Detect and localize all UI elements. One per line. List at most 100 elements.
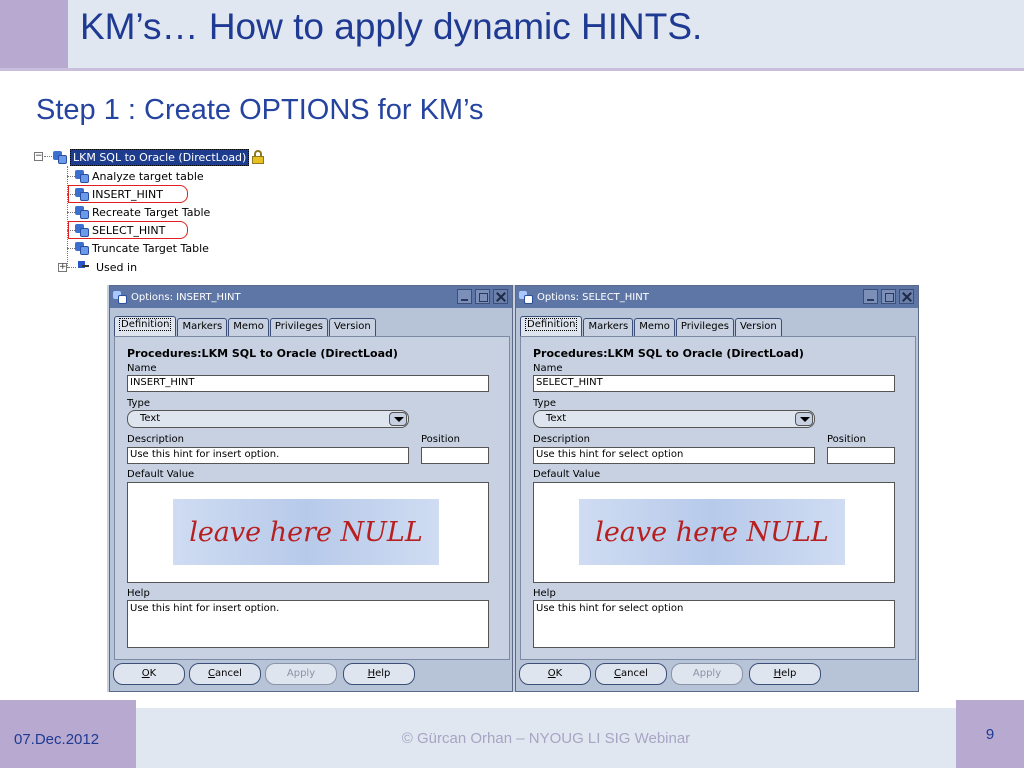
tab-markers[interactable]: Markers [583, 318, 634, 336]
slide-title: KM’s… How to apply dynamic HINTS. [80, 6, 703, 47]
position-label: Position [827, 434, 866, 445]
page-number: 9 [956, 700, 1024, 768]
tree-item-label: Truncate Target Table [92, 241, 209, 255]
tree-root-node[interactable]: LKM SQL to Oracle (DirectLoad) [52, 148, 265, 166]
maximize-icon[interactable] [475, 289, 490, 304]
tree-item-label: Recreate Target Table [92, 205, 211, 219]
tab-privileges[interactable]: Privileges [269, 318, 328, 336]
option-icon [112, 289, 128, 305]
title-divider [0, 68, 1024, 71]
description-label: Description [127, 434, 184, 445]
cancel-button[interactable]: Cancel [595, 663, 667, 685]
help-button[interactable]: Help [343, 663, 415, 685]
minimize-icon[interactable] [457, 289, 472, 304]
tree-item-insert-hint[interactable]: INSERT_HINT [74, 185, 163, 203]
dialog-titlebar[interactable]: Options: INSERT_HINT [110, 286, 512, 308]
help-button[interactable]: Help [749, 663, 821, 685]
tree-item-used-in[interactable]: Used in [76, 258, 137, 276]
tab-definition[interactable]: Definition [114, 316, 177, 336]
close-icon[interactable] [899, 289, 914, 304]
used-in-icon [76, 260, 90, 274]
option-icon [74, 222, 90, 238]
tab-markers[interactable]: Markers [177, 318, 228, 336]
footer-date: 07.Dec.2012 [0, 700, 136, 768]
minimize-icon[interactable] [863, 289, 878, 304]
footer-copyright: © Gürcan Orhan – NYOUG LI SIG Webinar [136, 708, 956, 768]
tab-version[interactable]: Version [734, 318, 782, 336]
option-icon [74, 240, 90, 256]
dialog-tabs: Definition Markers Memo Privileges Versi… [114, 316, 377, 336]
tree-item-label: Used in [96, 260, 138, 274]
default-value-label: Default Value [533, 469, 601, 480]
title-accent-block [0, 0, 68, 68]
tree-item-recreate[interactable]: Recreate Target Table [74, 203, 210, 221]
tab-definition[interactable]: Definition [520, 316, 583, 336]
option-icon [74, 204, 90, 220]
definition-panel: Procedures:LKM SQL to Oracle (DirectLoad… [520, 336, 916, 660]
tree-expand-toggle[interactable]: + [58, 263, 67, 272]
tree-item-label: Analyze target table [92, 169, 204, 183]
km-tree: − LKM SQL to Oracle (DirectLoad) Analyze… [30, 146, 270, 276]
options-dialog-select-hint: Options: SELECT_HINT Definition Markers … [515, 285, 919, 692]
help-field[interactable]: Use this hint for insert option. [127, 600, 489, 648]
slide-subtitle: Step 1 : Create OPTIONS for KM’s [36, 94, 484, 126]
description-label: Description [533, 434, 590, 445]
lock-icon [251, 150, 265, 164]
tab-privileges[interactable]: Privileges [675, 318, 734, 336]
type-label: Type [127, 398, 150, 409]
position-field[interactable] [827, 447, 895, 464]
procedure-heading: Procedures:LKM SQL to Oracle (DirectLoad… [533, 347, 804, 360]
option-icon [74, 168, 90, 184]
tree-item-label: SELECT_HINT [92, 223, 166, 237]
dialog-title: Options: SELECT_HINT [537, 291, 649, 303]
option-icon [518, 289, 534, 305]
ok-button[interactable]: OK [113, 663, 185, 685]
close-icon[interactable] [493, 289, 508, 304]
procedure-heading: Procedures:LKM SQL to Oracle (DirectLoad… [127, 347, 398, 360]
help-field[interactable]: Use this hint for select option [533, 600, 895, 648]
default-value-label: Default Value [127, 469, 195, 480]
dialog-tabs: Definition Markers Memo Privileges Versi… [520, 316, 783, 336]
chevron-down-icon[interactable] [389, 412, 407, 426]
dialog-button-row: OK Cancel Apply Help [516, 660, 918, 690]
tab-memo[interactable]: Memo [634, 318, 675, 336]
type-select[interactable]: Text [533, 410, 815, 428]
leave-null-note: leave here NULL [579, 499, 845, 565]
ok-button[interactable]: OK [519, 663, 591, 685]
tree-item-truncate[interactable]: Truncate Target Table [74, 239, 209, 257]
help-label: Help [533, 588, 556, 599]
tree-item-select-hint[interactable]: SELECT_HINT [74, 221, 165, 239]
type-label: Type [533, 398, 556, 409]
cancel-button[interactable]: Cancel [189, 663, 261, 685]
name-label: Name [127, 363, 157, 374]
type-selected-value: Text [140, 413, 161, 424]
option-icon [74, 186, 90, 202]
type-select[interactable]: Text [127, 410, 409, 428]
tree-item-label: INSERT_HINT [92, 187, 163, 201]
tree-collapse-toggle[interactable]: − [34, 152, 43, 161]
dialog-button-row: OK Cancel Apply Help [110, 660, 512, 690]
position-label: Position [421, 434, 460, 445]
tree-root-label: LKM SQL to Oracle (DirectLoad) [70, 148, 250, 166]
description-field[interactable]: Use this hint for insert option. [127, 447, 409, 464]
apply-button[interactable]: Apply [265, 663, 337, 685]
options-dialog-insert-hint: Options: INSERT_HINT Definition Markers … [109, 285, 513, 692]
name-field[interactable]: SELECT_HINT [533, 375, 895, 392]
leave-null-note: leave here NULL [173, 499, 439, 565]
maximize-icon[interactable] [881, 289, 896, 304]
dialog-titlebar[interactable]: Options: SELECT_HINT [516, 286, 918, 308]
name-label: Name [533, 363, 563, 374]
help-label: Help [127, 588, 150, 599]
definition-panel: Procedures:LKM SQL to Oracle (DirectLoad… [114, 336, 510, 660]
type-selected-value: Text [546, 413, 567, 424]
slide-title-bar: KM’s… How to apply dynamic HINTS. [0, 0, 1024, 68]
apply-button[interactable]: Apply [671, 663, 743, 685]
tab-memo[interactable]: Memo [228, 318, 269, 336]
name-field[interactable]: INSERT_HINT [127, 375, 489, 392]
tree-item-analyze[interactable]: Analyze target table [74, 167, 204, 185]
dialogs-screenshot: Options: INSERT_HINT Definition Markers … [107, 285, 919, 692]
description-field[interactable]: Use this hint for select option [533, 447, 815, 464]
chevron-down-icon[interactable] [795, 412, 813, 426]
position-field[interactable] [421, 447, 489, 464]
tab-version[interactable]: Version [328, 318, 376, 336]
